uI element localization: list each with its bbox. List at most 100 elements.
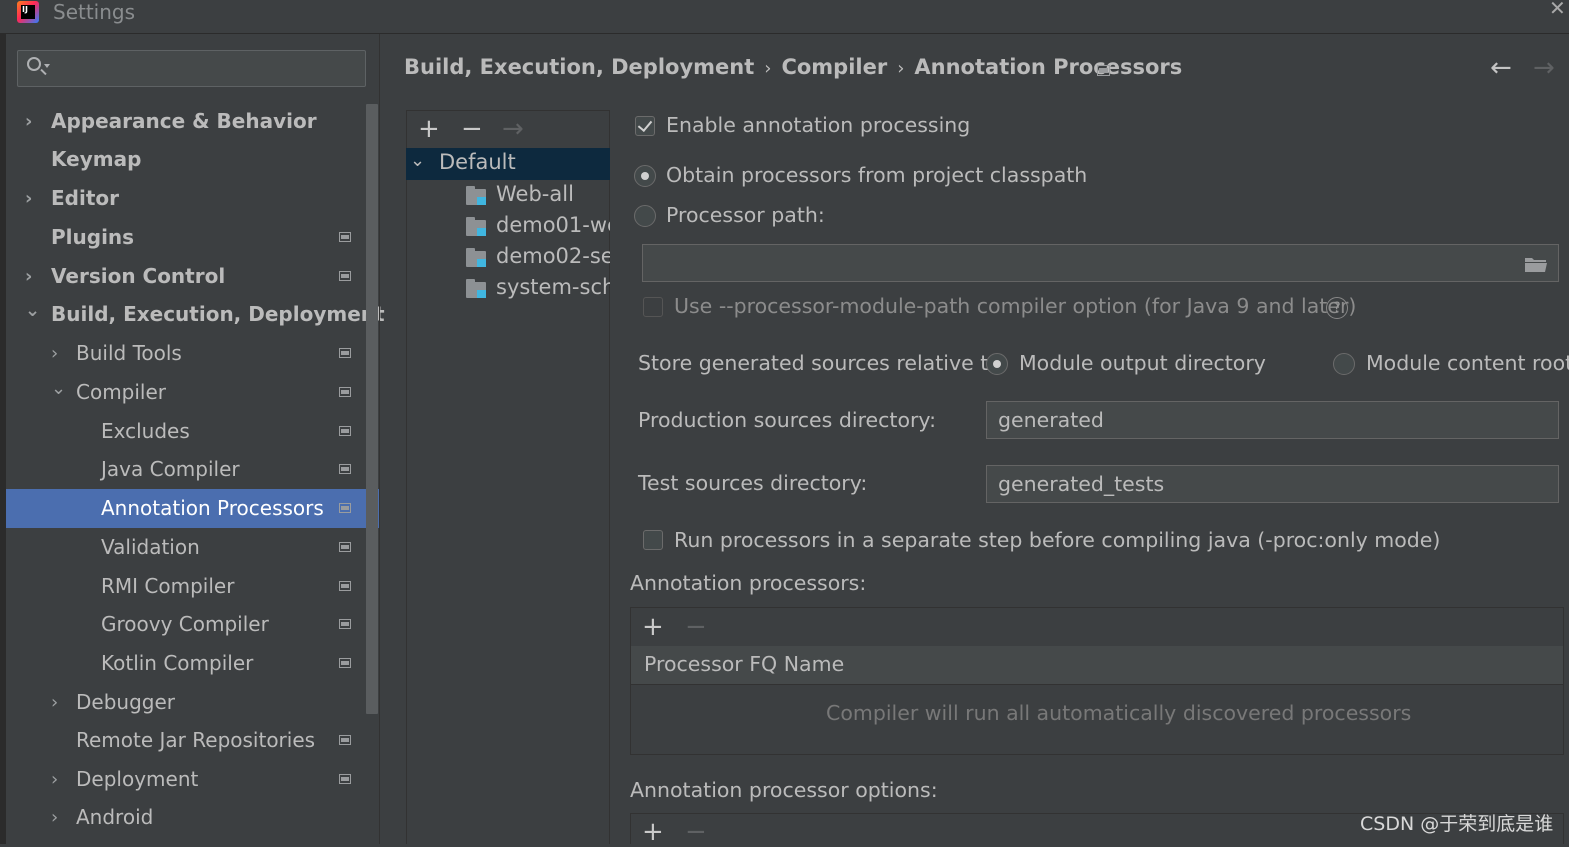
chevron-right-icon[interactable]: › bbox=[25, 179, 32, 218]
sidebar-item-label: Version Control bbox=[51, 264, 226, 288]
breadcrumb-item[interactable]: Build, Execution, Deployment bbox=[404, 55, 754, 79]
module-folder-icon bbox=[466, 217, 486, 236]
chevron-down-icon[interactable]: ⌄ bbox=[410, 150, 425, 171]
processor-path-field[interactable] bbox=[642, 244, 1559, 282]
test-sources-input[interactable]: generated_tests bbox=[986, 465, 1559, 503]
browse-folder-icon[interactable] bbox=[1524, 256, 1548, 273]
sidebar-item-annotation-processors[interactable]: Annotation Processors bbox=[6, 489, 379, 528]
remove-profile-button[interactable]: − bbox=[461, 116, 483, 142]
obtain-from-classpath-radio[interactable] bbox=[634, 165, 656, 187]
sidebar-item-plugins[interactable]: Plugins bbox=[6, 218, 379, 257]
close-icon[interactable]: ✕ bbox=[1549, 0, 1566, 20]
module-label: system-schedule bbox=[496, 275, 610, 299]
forward-arrow-icon[interactable]: → bbox=[1533, 53, 1555, 83]
chevron-right-icon[interactable]: › bbox=[51, 334, 58, 373]
module-label: Web-all bbox=[496, 182, 574, 206]
production-sources-input[interactable]: generated bbox=[986, 401, 1559, 439]
panel-divider[interactable] bbox=[379, 34, 380, 844]
help-icon[interactable]: ? bbox=[1326, 297, 1348, 319]
back-arrow-icon[interactable]: ← bbox=[1490, 53, 1512, 83]
move-to-profile-button[interactable]: → bbox=[502, 116, 524, 142]
sidebar-item-compiler[interactable]: ⌄ Compiler bbox=[6, 373, 379, 412]
sidebar-item-label: Appearance & Behavior bbox=[51, 109, 317, 133]
sidebar-item-excludes[interactable]: Excludes bbox=[6, 412, 379, 451]
sidebar-item-rmi-compiler[interactable]: RMI Compiler bbox=[6, 567, 379, 606]
processor-path-label[interactable]: Processor path: bbox=[666, 203, 825, 227]
sidebar-item-groovy-compiler[interactable]: Groovy Compiler bbox=[6, 605, 379, 644]
module-item[interactable]: system-schedule bbox=[466, 275, 610, 305]
project-settings-icon bbox=[339, 503, 351, 513]
project-settings-icon bbox=[339, 464, 351, 474]
breadcrumb-separator-icon: › bbox=[764, 58, 772, 79]
add-processor-button[interactable]: + bbox=[642, 614, 664, 640]
store-relative-to-label: Store generated sources relative to: bbox=[638, 351, 1008, 375]
project-settings-icon bbox=[339, 774, 351, 784]
module-item[interactable]: Web-all bbox=[466, 182, 610, 212]
sidebar-item-build-execution-deployment[interactable]: ⌄ Build, Execution, Deployment bbox=[6, 295, 385, 334]
chevron-right-icon[interactable]: › bbox=[25, 102, 32, 141]
annotation-processor-options-title: Annotation processor options: bbox=[630, 778, 938, 802]
sidebar-item-keymap[interactable]: Keymap bbox=[6, 140, 379, 179]
sidebar-item-label: Annotation Processors bbox=[101, 496, 324, 520]
chevron-right-icon[interactable]: › bbox=[51, 760, 58, 799]
module-folder-icon bbox=[466, 248, 486, 267]
module-label: demo01-web bbox=[496, 213, 610, 237]
sidebar-item-editor[interactable]: › Editor bbox=[6, 179, 379, 218]
search-options-chevron-down-icon[interactable] bbox=[44, 64, 50, 68]
run-separate-step-checkbox[interactable] bbox=[643, 530, 663, 550]
sidebar-item-java-compiler[interactable]: Java Compiler bbox=[6, 450, 379, 489]
project-settings-icon bbox=[339, 735, 351, 745]
project-settings-icon bbox=[339, 619, 351, 629]
module-path-option-label[interactable]: Use --processor-module-path compiler opt… bbox=[674, 294, 1356, 318]
column-header-processor-fq-name[interactable]: Processor FQ Name bbox=[644, 652, 844, 676]
module-content-root-radio[interactable] bbox=[1333, 353, 1355, 375]
sidebar-item-label: Plugins bbox=[51, 225, 135, 249]
chevron-right-icon[interactable]: › bbox=[51, 683, 58, 722]
sidebar-item-android[interactable]: › Android bbox=[6, 798, 379, 837]
breadcrumb-item[interactable]: Compiler bbox=[781, 55, 887, 79]
obtain-from-classpath-label[interactable]: Obtain processors from project classpath bbox=[666, 163, 1087, 187]
add-option-button[interactable]: + bbox=[642, 819, 664, 845]
chevron-down-icon[interactable]: ⌄ bbox=[25, 291, 40, 330]
project-settings-icon bbox=[339, 426, 351, 436]
module-content-root-label[interactable]: Module content root bbox=[1366, 351, 1569, 375]
remove-option-button[interactable]: − bbox=[685, 819, 707, 845]
sidebar-item-label: Compiler bbox=[76, 380, 167, 404]
sidebar-item-deployment[interactable]: › Deployment bbox=[6, 760, 379, 799]
title-bar bbox=[0, 0, 1569, 34]
sidebar-item-debugger[interactable]: › Debugger bbox=[6, 683, 379, 722]
chevron-right-icon[interactable]: › bbox=[51, 798, 58, 837]
table-header: Processor FQ Name bbox=[631, 646, 1563, 685]
sidebar-item-appearance-behavior[interactable]: › Appearance & Behavior bbox=[6, 102, 379, 141]
sidebar-item-validation[interactable]: Validation bbox=[6, 528, 379, 567]
sidebar-item-kotlin-compiler[interactable]: Kotlin Compiler bbox=[6, 644, 379, 683]
sidebar-item-label: Kotlin Compiler bbox=[101, 651, 254, 675]
add-profile-button[interactable]: + bbox=[418, 116, 440, 142]
enable-annotation-processing-checkbox[interactable] bbox=[635, 116, 655, 136]
sidebar-scrollbar[interactable] bbox=[366, 104, 378, 714]
project-settings-icon bbox=[339, 348, 351, 358]
watermark: CSDN @于荣到底是谁 bbox=[1360, 813, 1554, 835]
production-sources-value: generated bbox=[998, 408, 1104, 432]
sidebar-item-build-tools[interactable]: › Build Tools bbox=[6, 334, 379, 373]
breadcrumb-item-current: Annotation Processors bbox=[914, 55, 1183, 79]
chevron-down-icon[interactable]: ⌄ bbox=[51, 369, 66, 408]
sidebar-item-remote-jar-repositories[interactable]: Remote Jar Repositories bbox=[6, 721, 379, 760]
run-separate-step-label[interactable]: Run processors in a separate step before… bbox=[674, 528, 1440, 552]
settings-search-input[interactable] bbox=[17, 50, 366, 87]
project-settings-icon bbox=[339, 271, 351, 281]
module-path-option-checkbox[interactable] bbox=[643, 297, 663, 317]
enable-annotation-processing-label[interactable]: Enable annotation processing bbox=[666, 113, 970, 137]
sidebar-item-label: Deployment bbox=[76, 767, 199, 791]
sidebar-item-label: Build Tools bbox=[76, 341, 182, 365]
profile-default[interactable]: ⌄ Default bbox=[406, 148, 610, 180]
module-item[interactable]: demo02-servlet bbox=[466, 244, 610, 274]
sidebar-item-version-control[interactable]: › Version Control bbox=[6, 257, 379, 296]
sidebar-item-label: Debugger bbox=[76, 690, 175, 714]
module-output-directory-radio[interactable] bbox=[986, 353, 1008, 375]
processor-path-radio[interactable] bbox=[634, 205, 656, 227]
remove-processor-button[interactable]: − bbox=[685, 614, 707, 640]
module-output-directory-label[interactable]: Module output directory bbox=[1019, 351, 1266, 375]
module-item[interactable]: demo01-web bbox=[466, 213, 610, 243]
project-settings-icon bbox=[339, 387, 351, 397]
